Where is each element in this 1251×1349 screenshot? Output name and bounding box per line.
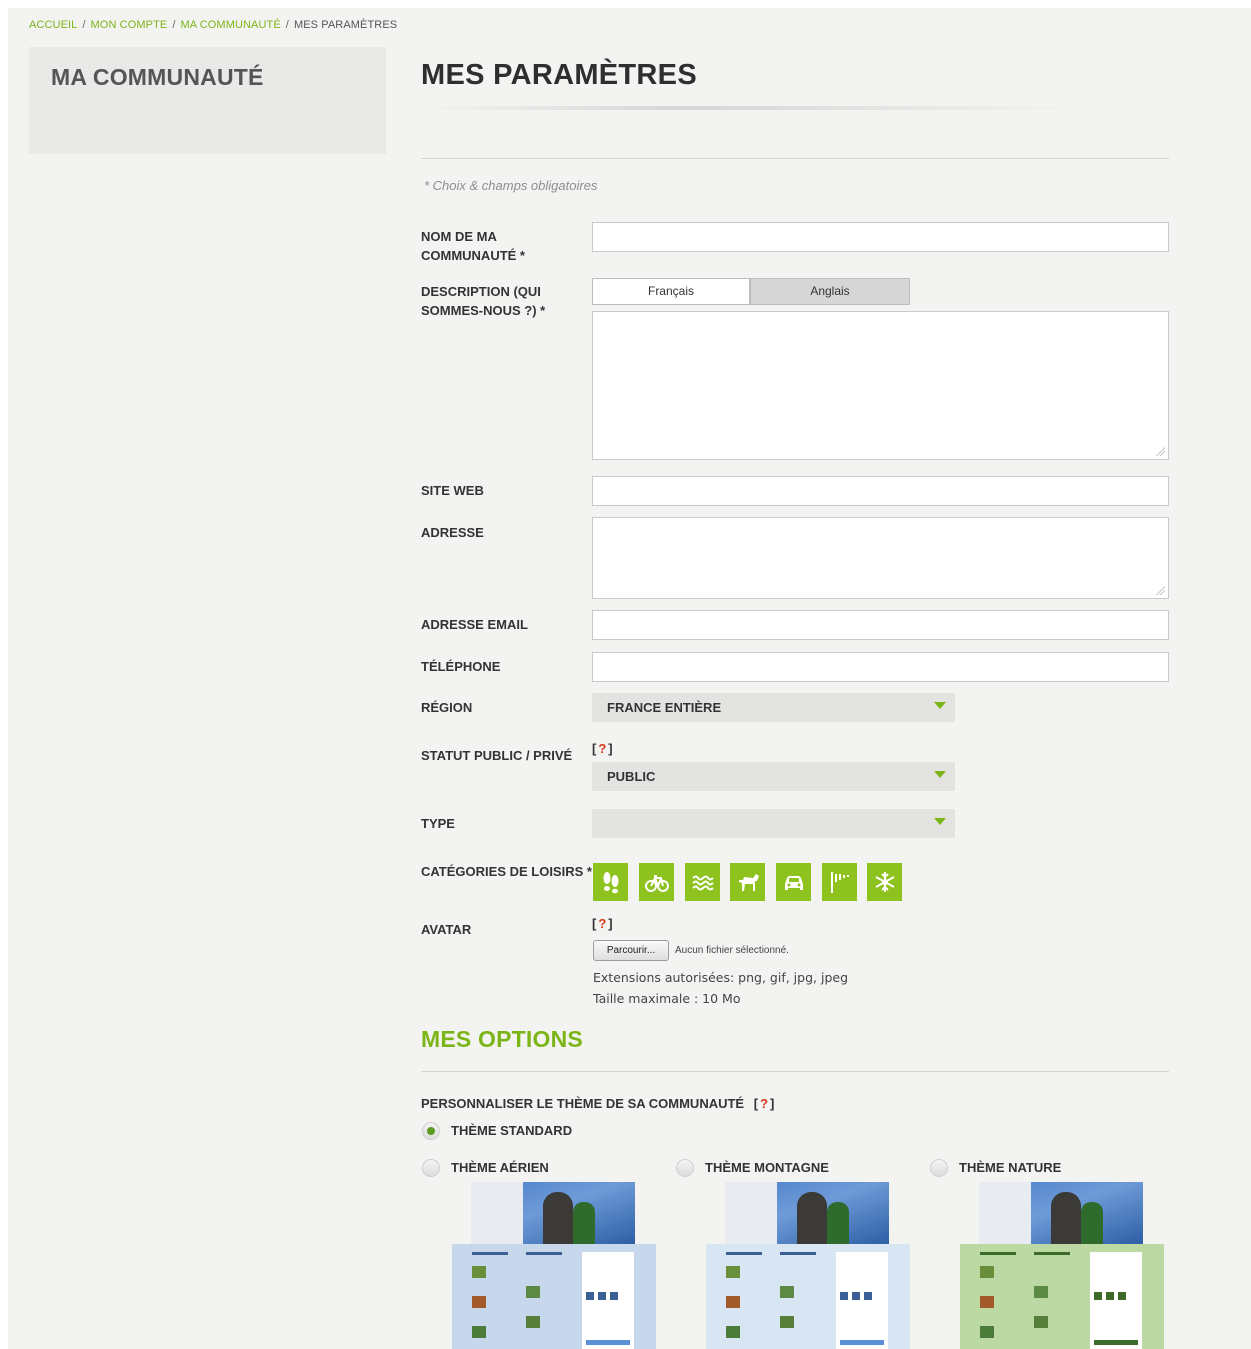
email-input[interactable]	[592, 610, 1169, 640]
radio-theme-standard[interactable]	[422, 1122, 440, 1140]
chevron-down-icon	[934, 818, 946, 825]
help-bracket: [	[592, 741, 597, 756]
description-label: DESCRIPTION (QUI SOMMES-NOUS ?) *	[421, 282, 545, 320]
avatar-help[interactable]: [?]	[592, 916, 613, 931]
options-title: MES OPTIONS	[421, 1026, 583, 1052]
status-value: PUBLIC	[607, 769, 656, 784]
breadcrumb-account-link[interactable]: MON COMPTE	[91, 19, 168, 31]
preview-header-image	[979, 1182, 1143, 1244]
status-select[interactable]: PUBLIC	[592, 762, 955, 791]
label-line: DESCRIPTION (QUI	[421, 284, 541, 299]
breadcrumb-separator: /	[172, 19, 176, 31]
theme-label-text: PERSONNALISER LE THÈME DE SA COMMUNAUTÉ	[421, 1096, 745, 1111]
breadcrumb: ACCUEIL / MON COMPTE / MA COMMUNAUTÉ / MES PAR…	[29, 19, 397, 31]
address-textarea[interactable]	[592, 517, 1169, 599]
chevron-down-icon	[934, 771, 946, 778]
phone-label: TÉLÉPHONE	[421, 659, 501, 674]
label-line: NOM DE MA	[421, 229, 497, 244]
browse-button[interactable]: Parcourir...	[593, 940, 669, 961]
bicycle-icon[interactable]	[639, 863, 674, 901]
status-help[interactable]: [?]	[592, 741, 613, 756]
region-value: FRANCE ENTIÈRE	[607, 700, 722, 715]
allowed-extensions: Extensions autorisées: png, gif, jpg, jp…	[593, 970, 848, 985]
help-question-icon: ?	[598, 741, 607, 756]
divider	[421, 1071, 1169, 1072]
community-name-label: NOM DE MA COMMUNAUTÉ *	[421, 227, 525, 265]
theme-nature-preview[interactable]	[960, 1182, 1164, 1349]
snowflake-icon[interactable]	[867, 863, 902, 901]
preview-body	[706, 1244, 910, 1349]
divider	[421, 158, 1169, 159]
region-select[interactable]: FRANCE ENTIÈRE	[592, 693, 955, 722]
preview-header-image	[725, 1182, 889, 1244]
sidebar: MA COMMUNAUTÉ	[29, 47, 386, 154]
radio-theme-nature[interactable]	[930, 1159, 948, 1177]
preview-body	[452, 1244, 656, 1349]
page-title: MES PARAMÈTRES	[421, 59, 697, 91]
required-note: * Choix & champs obligatoires	[424, 178, 598, 193]
radio-theme-aerial[interactable]	[422, 1159, 440, 1177]
preview-header-image	[471, 1182, 635, 1244]
label-line: COMMUNAUTÉ *	[421, 248, 525, 263]
theme-help[interactable]: [?]	[754, 1096, 775, 1111]
footprints-icon[interactable]	[593, 863, 628, 901]
help-bracket: ]	[608, 741, 613, 756]
preview-body	[960, 1244, 1164, 1349]
phone-input[interactable]	[592, 652, 1169, 682]
type-label: TYPE	[421, 816, 455, 831]
no-file-text: Aucun fichier sélectionné.	[675, 945, 789, 956]
theme-mountain-label[interactable]: THÈME MONTAGNE	[705, 1160, 829, 1175]
address-label: ADRESSE	[421, 525, 484, 540]
radio-theme-mountain[interactable]	[676, 1159, 694, 1177]
label-line: SOMMES-NOUS ?) *	[421, 303, 546, 318]
chevron-down-icon	[934, 702, 946, 709]
breadcrumb-separator: /	[82, 19, 86, 31]
help-bracket: ]	[770, 1096, 775, 1111]
breadcrumb-community-link[interactable]: MA COMMUNAUTÉ	[180, 19, 280, 31]
theme-aerial-label[interactable]: THÈME AÉRIEN	[451, 1160, 549, 1175]
title-underline	[421, 106, 1081, 110]
water-waves-icon[interactable]	[685, 863, 720, 901]
theme-label: PERSONNALISER LE THÈME DE SA COMMUNAUTÉ …	[421, 1094, 774, 1113]
region-label: RÉGION	[421, 700, 473, 715]
help-question-icon: ?	[598, 916, 607, 931]
breadcrumb-home-link[interactable]: ACCUEIL	[29, 19, 77, 31]
horse-icon[interactable]	[730, 863, 765, 901]
theme-mountain-preview[interactable]	[706, 1182, 910, 1349]
car-icon[interactable]	[776, 863, 811, 901]
help-question-icon: ?	[760, 1096, 769, 1111]
breadcrumb-current: MES PARAMÈTRES	[293, 19, 398, 31]
theme-standard-label[interactable]: THÈME STANDARD	[451, 1123, 572, 1138]
status-label: STATUT PUBLIC / PRIVÉ	[421, 748, 573, 763]
help-bracket: [	[753, 1096, 759, 1111]
email-label: ADRESSE EMAIL	[421, 617, 528, 632]
community-name-input[interactable]	[592, 222, 1169, 252]
avatar-label: AVATAR	[421, 922, 472, 937]
website-input[interactable]	[592, 476, 1169, 506]
trail-marker-icon[interactable]	[822, 863, 857, 901]
tab-english[interactable]: Anglais	[750, 278, 910, 305]
theme-aerial-preview[interactable]	[452, 1182, 656, 1349]
resize-grip-icon[interactable]	[1155, 585, 1165, 595]
theme-nature-label[interactable]: THÈME NATURE	[959, 1160, 1061, 1175]
tab-french[interactable]: Français	[592, 278, 750, 305]
categories-label: CATÉGORIES DE LOISIRS *	[421, 864, 592, 879]
resize-grip-icon[interactable]	[1155, 446, 1165, 456]
breadcrumb-separator: /	[285, 19, 289, 31]
page: ACCUEIL / MON COMPTE / MA COMMUNAUTÉ / MES PAR…	[8, 8, 1251, 1349]
type-select[interactable]	[592, 809, 955, 838]
sidebar-title: MA COMMUNAUTÉ	[51, 64, 264, 90]
help-bracket: [	[592, 916, 597, 931]
description-textarea[interactable]	[592, 311, 1169, 460]
max-size: Taille maximale : 10 Mo	[593, 991, 741, 1006]
help-bracket: ]	[608, 916, 613, 931]
website-label: SITE WEB	[421, 483, 484, 498]
